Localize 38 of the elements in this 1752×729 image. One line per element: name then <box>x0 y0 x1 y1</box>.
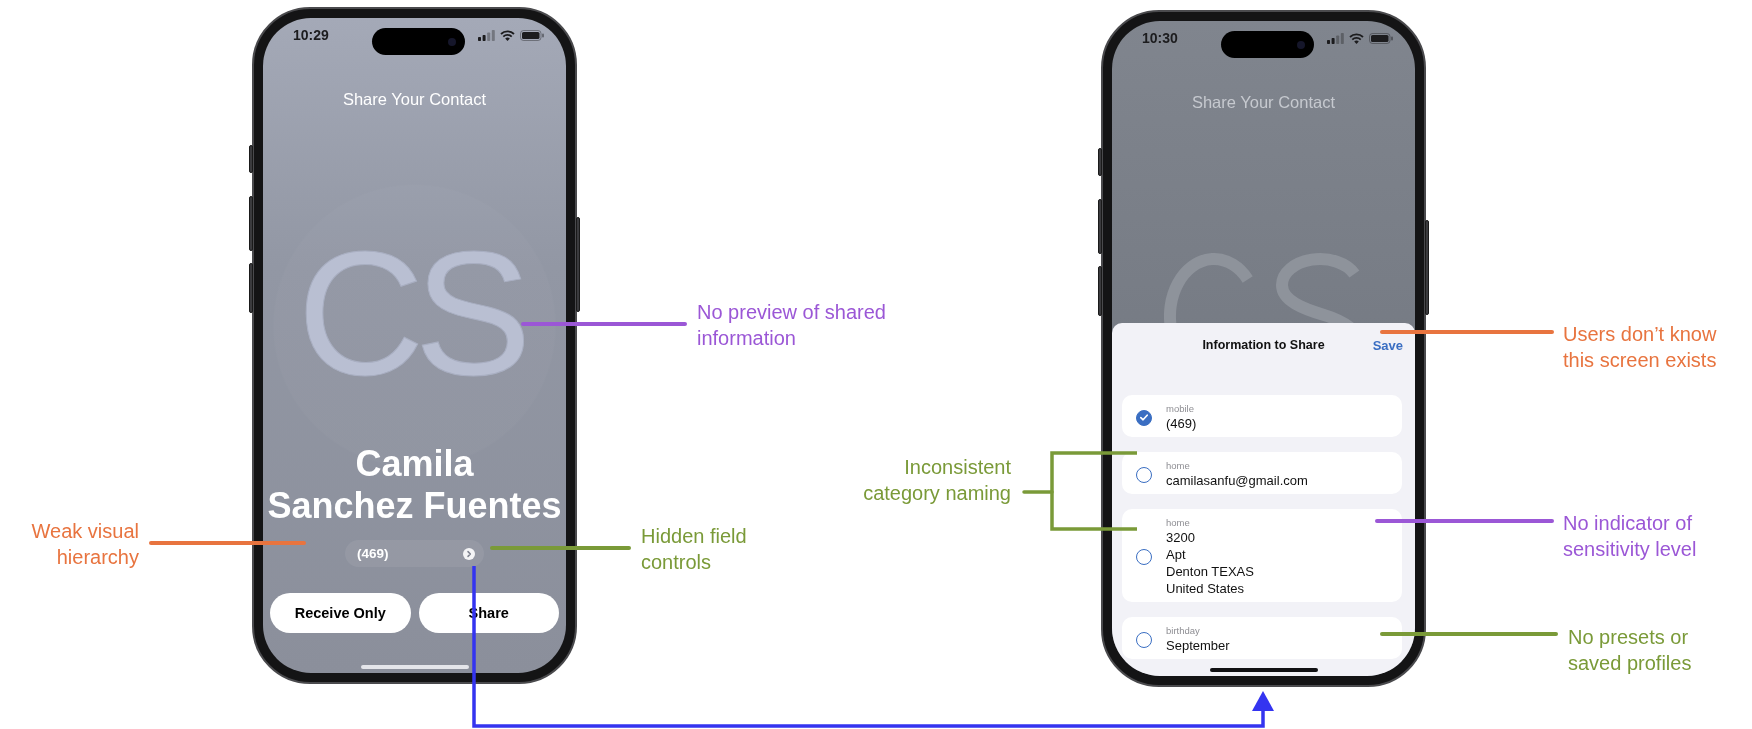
screen-title: Share Your Contact <box>342 90 487 108</box>
callout-text: No indicator of sensitivity level <box>1563 511 1697 562</box>
field-value: September <box>1166 637 1230 654</box>
callout-text: Users don’t know this screen exists <box>1563 322 1717 373</box>
clock-time: 10:29 <box>293 28 329 42</box>
sheet-title: Information to Share <box>1202 338 1325 352</box>
contact-name: Camila Sanchez Fuentes <box>267 443 562 527</box>
side-button[interactable] <box>576 217 580 312</box>
field-label: birthday <box>1166 625 1200 637</box>
field-value: camilasanfu@gmail.com <box>1166 472 1308 489</box>
side-button[interactable] <box>249 196 253 251</box>
callout-text: Weak visual hierarchy <box>31 519 139 570</box>
field-label: mobile <box>1166 403 1194 415</box>
callout-text: No presets or saved profiles <box>1568 625 1692 676</box>
battery-icon <box>1369 33 1393 44</box>
side-button[interactable] <box>249 263 253 313</box>
signal-icon <box>478 30 495 41</box>
callout-text: Hidden field controls <box>641 524 747 575</box>
callout-text: Inconsistent category naming <box>863 455 1011 506</box>
field-value: 3200 Apt Denton TEXAS United States <box>1166 529 1254 597</box>
checkmark-icon <box>1140 414 1148 421</box>
chevron-icon <box>463 547 475 560</box>
wifi-icon <box>500 30 515 41</box>
field-value: (469) <box>1166 415 1197 432</box>
field-label: home <box>1166 517 1190 529</box>
side-button[interactable] <box>1425 220 1429 315</box>
signal-icon <box>1327 33 1344 44</box>
battery-icon <box>520 30 544 41</box>
clock-time: 10:30 <box>1142 31 1178 45</box>
screen-title: Share Your Contact <box>1191 93 1336 111</box>
callout-text: No preview of shared information <box>697 300 886 351</box>
action-button[interactable]: Receive Only <box>270 593 411 633</box>
side-button[interactable] <box>1098 199 1102 254</box>
checkbox[interactable] <box>1136 409 1152 426</box>
wifi-icon <box>1349 33 1364 44</box>
save-button[interactable]: Save <box>1372 337 1403 353</box>
side-button[interactable] <box>1098 266 1102 316</box>
field-label: home <box>1166 460 1190 472</box>
